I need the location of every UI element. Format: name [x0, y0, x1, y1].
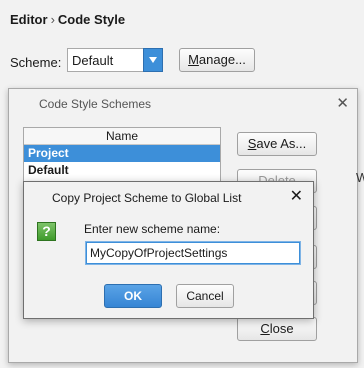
list-item-default[interactable]: Default: [24, 162, 220, 179]
chevron-down-icon[interactable]: [143, 48, 163, 72]
dialog-title: Copy Project Scheme to Global List: [52, 191, 242, 205]
cancel-button[interactable]: Cancel: [176, 284, 234, 308]
manage-button[interactable]: Manage...: [179, 48, 255, 72]
partial-text: W: [356, 170, 364, 185]
save-as-button[interactable]: Save As...: [237, 132, 317, 156]
scheme-name-label: Enter new scheme name:: [84, 222, 221, 236]
dialog-title: Code Style Schemes: [39, 97, 152, 111]
scheme-dropdown[interactable]: Default: [67, 48, 163, 72]
list-header-name[interactable]: Name: [24, 128, 220, 145]
close-icon[interactable]: ✕: [336, 94, 349, 112]
close-button[interactable]: Close: [237, 317, 317, 341]
breadcrumb-current: Code Style: [57, 12, 126, 27]
ok-button[interactable]: OK: [104, 284, 162, 308]
breadcrumb-parent[interactable]: Editor: [10, 12, 48, 27]
question-icon: ?: [37, 222, 56, 241]
close-icon[interactable]: ✕: [290, 186, 303, 206]
copy-scheme-dialog: Copy Project Scheme to Global List ✕ ? E…: [23, 181, 314, 319]
scheme-label: Scheme:: [10, 55, 62, 70]
scheme-name-input[interactable]: [86, 242, 300, 264]
list-item-project[interactable]: Project: [24, 145, 220, 162]
breadcrumb: Editor › Code Style: [10, 12, 125, 27]
scheme-dropdown-value: Default: [72, 53, 114, 68]
breadcrumb-separator: ›: [50, 12, 55, 27]
